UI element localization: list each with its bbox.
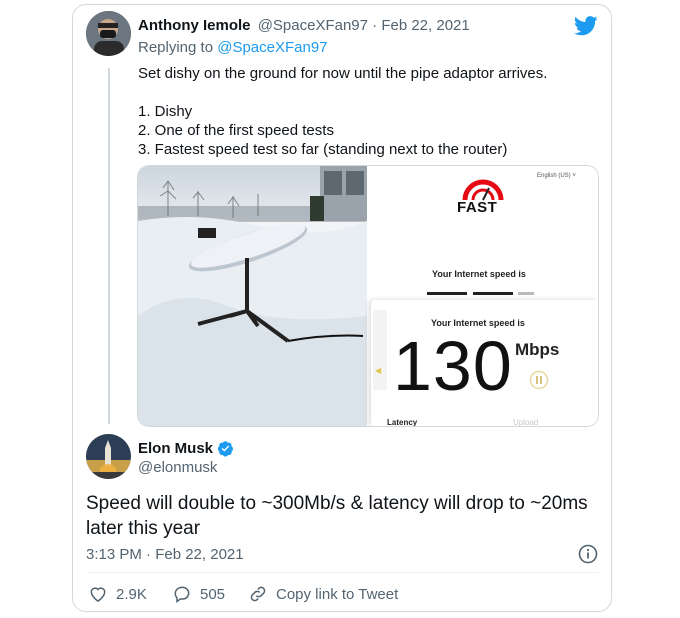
anthony-avatar[interactable] bbox=[86, 11, 131, 56]
twitter-logo-icon[interactable] bbox=[574, 16, 598, 36]
starlink-dish-photo[interactable] bbox=[138, 166, 367, 426]
language-selector[interactable]: English (US) ˅ bbox=[537, 173, 576, 179]
person-photo-icon bbox=[86, 11, 131, 56]
speed-unit: Mbps bbox=[515, 340, 560, 359]
reply-icon bbox=[174, 586, 190, 603]
reply-count: 505 bbox=[200, 585, 226, 603]
elon-avatar[interactable] bbox=[86, 434, 131, 479]
main-tweet-timestamp[interactable]: 3:13 PM · Feb 22, 2021 bbox=[86, 546, 244, 563]
replying-handle-link[interactable]: @SpaceXFan97 bbox=[217, 39, 327, 56]
main-author-handle[interactable]: @elonmusk bbox=[138, 459, 217, 476]
reply-tweet-text: Set dishy on the ground for now until th… bbox=[138, 65, 548, 158]
volume-slider[interactable]: ◀ bbox=[373, 310, 387, 390]
pause-icon[interactable] bbox=[529, 370, 549, 390]
replying-prefix: Replying to bbox=[138, 39, 214, 56]
info-icon[interactable] bbox=[578, 544, 598, 564]
reply-author-name[interactable]: Anthony Iemole bbox=[138, 17, 251, 34]
sound-icon: ◀ bbox=[375, 366, 382, 375]
like-count: 2.9K bbox=[116, 585, 147, 603]
heart-icon bbox=[90, 587, 106, 602]
thread-connector-line bbox=[108, 68, 110, 424]
reply-date[interactable]: Feb 22, 2021 bbox=[381, 17, 469, 34]
like-action[interactable]: 2.9K bbox=[88, 584, 147, 604]
speed-value-blurred bbox=[425, 292, 535, 296]
upload-label: Upload bbox=[513, 418, 539, 427]
speedtest-screenshot: English (US) ˅ FAST Your Internet speed … bbox=[367, 166, 598, 426]
rocket-photo-icon bbox=[86, 434, 131, 479]
reply-author-handle[interactable]: @SpaceXFan97 bbox=[258, 17, 368, 34]
reply-action[interactable]: 505 bbox=[172, 584, 225, 604]
replying-to-line: Replying to @SpaceXFan97 bbox=[138, 39, 328, 56]
main-tweet-text: Speed will double to ~300Mb/s & latency … bbox=[86, 493, 588, 539]
verified-badge-icon bbox=[217, 441, 234, 457]
latency-label: Latency bbox=[387, 418, 418, 427]
speed-overlay-card: Your Internet speed is 130 Mbps ◀ Latenc… bbox=[371, 300, 598, 426]
fast-logo-text: FAST bbox=[457, 199, 498, 216]
copy-link-label: Copy link to Tweet bbox=[276, 585, 399, 603]
separator-dot: · bbox=[372, 17, 378, 34]
speed-label-top: Your Internet speed is bbox=[432, 269, 526, 279]
action-divider bbox=[86, 572, 598, 573]
main-author-name[interactable]: Elon Musk bbox=[138, 440, 213, 457]
tweet-media[interactable]: English (US) ˅ FAST Your Internet speed … bbox=[137, 165, 599, 427]
reply-tweet-header: Anthony Iemole @SpaceXFan97 · Feb 22, 20… bbox=[138, 17, 470, 34]
main-author-row: Elon Musk bbox=[138, 440, 234, 457]
link-icon bbox=[250, 586, 266, 602]
copy-link-action[interactable]: Copy link to Tweet bbox=[248, 584, 398, 604]
speed-value: 130 bbox=[393, 327, 513, 405]
